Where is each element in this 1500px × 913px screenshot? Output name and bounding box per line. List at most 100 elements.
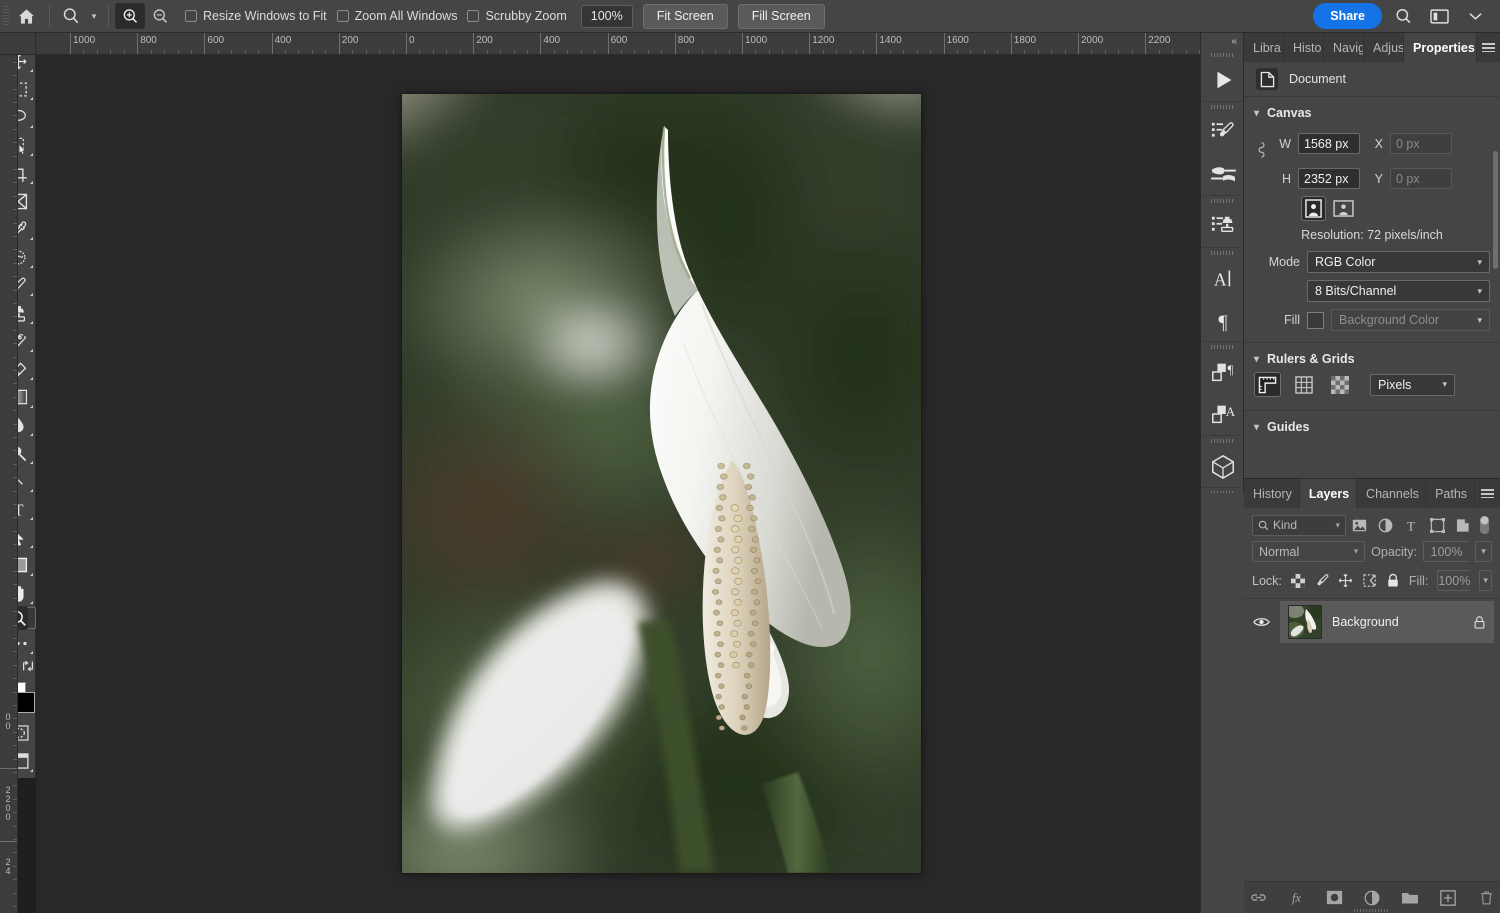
ruler-units-select[interactable]: Pixels ▾ [1370, 374, 1455, 396]
tab-properties[interactable]: Properties [1404, 33, 1477, 62]
add-layer-mask-button[interactable] [1325, 889, 1343, 907]
panel-resize-grip[interactable] [1244, 908, 1500, 913]
color-mode-select[interactable]: RGB Color ▾ [1307, 251, 1490, 273]
new-group-button[interactable] [1401, 889, 1419, 907]
ruler-minor-tick [13, 169, 18, 170]
ruler-minor-tick [13, 745, 18, 746]
tab-paths[interactable]: Paths [1426, 479, 1475, 508]
portrait-orientation-button[interactable] [1301, 196, 1326, 221]
canvas-height-input[interactable]: 2352 px [1298, 168, 1360, 189]
character-panel-icon[interactable]: A [1201, 257, 1245, 299]
lock-all-icon[interactable] [1386, 573, 1400, 589]
paragraph-styles-panel-icon[interactable]: A [1201, 393, 1245, 435]
transparency-grid-button[interactable] [1326, 372, 1353, 397]
landscape-orientation-button[interactable] [1331, 196, 1356, 221]
swap-colors-icon[interactable] [21, 659, 35, 673]
canvas-x-input[interactable]: 0 px [1390, 133, 1452, 154]
show-rulers-button[interactable] [1254, 372, 1281, 397]
rulers-grids-title[interactable]: ▾ Rulers & Grids [1244, 352, 1500, 372]
fit-screen-button[interactable]: Fit Screen [643, 4, 728, 29]
filter-shape-layers-icon[interactable] [1424, 518, 1450, 533]
zoom-in-icon[interactable] [115, 3, 145, 29]
canvas-section-title[interactable]: ▾ Canvas [1244, 106, 1500, 126]
filter-adjustment-layers-icon[interactable] [1372, 518, 1398, 533]
new-adjustment-layer-button[interactable] [1363, 889, 1381, 907]
actions-panel-icon[interactable] [1201, 59, 1245, 101]
layer-filter-kind-select[interactable]: Kind ▾ [1252, 515, 1346, 536]
collapse-panels-button[interactable]: « [1201, 33, 1243, 50]
tool-preset-chevron-down-icon[interactable]: ▾ [86, 11, 102, 22]
opacity-chevron-down-icon[interactable]: ▾ [1475, 541, 1492, 562]
link-chain-icon[interactable] [1254, 140, 1268, 161]
lock-position-icon[interactable] [1338, 573, 1353, 589]
layer-row-body[interactable]: Background [1280, 601, 1494, 643]
new-layer-button[interactable] [1439, 889, 1457, 907]
lock-transparent-pixels-icon[interactable] [1291, 573, 1305, 589]
home-icon[interactable] [9, 0, 43, 33]
properties-scrollbar[interactable] [1493, 151, 1498, 269]
rail-grip[interactable] [1201, 248, 1243, 257]
svg-text:¶: ¶ [1227, 362, 1233, 377]
rail-grip[interactable] [1201, 436, 1243, 445]
options-bar-grip[interactable] [3, 6, 9, 26]
lock-image-pixels-icon[interactable] [1314, 573, 1329, 589]
share-button[interactable]: Share [1313, 3, 1382, 29]
fill-color-swatch[interactable] [1307, 312, 1324, 329]
delete-layer-button[interactable] [1477, 889, 1495, 907]
guides-title[interactable]: ▾ Guides [1244, 420, 1500, 434]
zoom-all-windows-checkbox[interactable]: Zoom All Windows [337, 9, 458, 23]
rail-grip[interactable] [1201, 50, 1243, 59]
rail-grip[interactable] [1201, 342, 1243, 351]
tab-adjustments[interactable]: Adjus [1364, 33, 1404, 62]
character-styles-panel-icon[interactable]: ¶ [1201, 351, 1245, 393]
panel-menu-icon[interactable] [1475, 479, 1500, 508]
3d-panel-icon[interactable] [1201, 445, 1245, 487]
tab-history[interactable]: History [1244, 479, 1300, 508]
scrubby-zoom-checkbox[interactable]: Scrubby Zoom [467, 9, 566, 23]
filter-enable-toggle[interactable] [1478, 514, 1491, 536]
fill-screen-button[interactable]: Fill Screen [738, 4, 825, 29]
table-row[interactable]: Background [1244, 599, 1500, 645]
fill-type-select[interactable]: Background Color ▾ [1331, 309, 1490, 331]
canvas-area[interactable] [36, 55, 1200, 913]
zoom-out-icon[interactable] [145, 3, 175, 29]
tab-histogram[interactable]: Histo [1284, 33, 1324, 62]
workspace-switcher-icon[interactable] [1424, 1, 1454, 31]
panel-menu-icon[interactable] [1477, 33, 1500, 62]
filter-smart-objects-icon[interactable] [1450, 518, 1476, 533]
brushes-panel-icon[interactable] [1201, 153, 1245, 195]
layer-visibility-icon[interactable] [1250, 616, 1272, 628]
tab-channels[interactable]: Channels [1357, 479, 1426, 508]
paragraph-panel-icon[interactable]: ¶ [1201, 299, 1245, 341]
fill-chevron-down-icon[interactable]: ▾ [1479, 570, 1492, 591]
search-icon[interactable] [1388, 1, 1418, 31]
lock-artboard-nesting-icon[interactable] [1362, 573, 1377, 589]
blend-mode-select[interactable]: Normal ▾ [1252, 541, 1365, 562]
tab-layers[interactable]: Layers [1300, 479, 1357, 508]
filter-type-layers-icon[interactable]: T [1398, 518, 1424, 533]
tab-libraries[interactable]: Libra [1244, 33, 1284, 62]
opacity-input[interactable]: 100% [1423, 541, 1469, 562]
document-canvas[interactable] [402, 94, 921, 873]
rail-grip[interactable] [1201, 196, 1243, 205]
ruler-corner[interactable] [0, 33, 36, 55]
zoom-percent-field[interactable]: 100% [581, 5, 633, 28]
clone-source-panel-icon[interactable] [1201, 205, 1245, 247]
layer-locked-icon[interactable] [1473, 615, 1486, 630]
canvas-y-input[interactable]: 0 px [1390, 168, 1452, 189]
canvas-width-input[interactable]: 1568 px [1298, 133, 1360, 154]
bit-depth-select[interactable]: 8 Bits/Channel ▾ [1307, 280, 1490, 302]
tab-navigator[interactable]: Navig [1324, 33, 1364, 62]
fill-input[interactable]: 100% [1437, 570, 1470, 591]
resize-windows-to-fit-checkbox[interactable]: Resize Windows to Fit [185, 9, 327, 23]
rail-grip[interactable] [1201, 102, 1243, 111]
chevron-down-icon[interactable] [1460, 1, 1490, 31]
vertical-ruler[interactable]: 00220024 [0, 55, 18, 913]
show-grid-button[interactable] [1290, 372, 1317, 397]
horizontal-ruler[interactable]: 1000800600400200020040060080010001200140… [36, 33, 1200, 55]
zoom-tool-icon[interactable] [56, 3, 86, 29]
layer-style-button[interactable]: fx [1287, 889, 1305, 907]
link-layers-button[interactable] [1249, 889, 1267, 907]
brush-settings-panel-icon[interactable] [1201, 111, 1245, 153]
filter-pixel-layers-icon[interactable] [1346, 519, 1372, 532]
